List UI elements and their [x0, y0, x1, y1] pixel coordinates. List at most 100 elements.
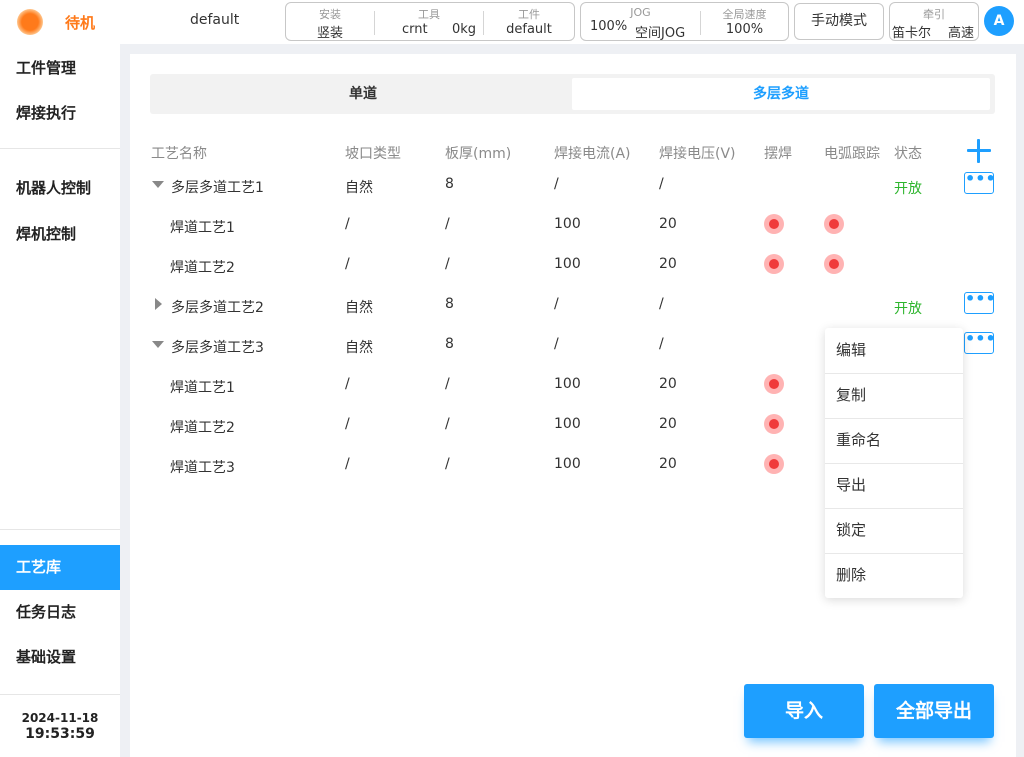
column-header-plate-thickness: 板厚(mm) — [445, 146, 512, 162]
expand-caret-icon[interactable] — [155, 298, 162, 310]
export-all-button[interactable]: 全部导出 — [874, 684, 994, 738]
tool-name: crnt — [402, 22, 428, 37]
import-button[interactable]: 导入 — [744, 684, 864, 738]
user-avatar[interactable]: A — [984, 6, 1014, 36]
welding-voltage: / — [659, 176, 664, 192]
welding-current: / — [554, 176, 559, 192]
divider — [0, 529, 120, 530]
menu-item-delete[interactable]: 删除 — [825, 553, 963, 598]
sidebar-item-process-library[interactable]: 工艺库 — [0, 545, 120, 590]
jog-info: JOG 100% 空间JOG — [581, 3, 700, 41]
groove-type: / — [345, 416, 350, 432]
plate-thickness: 8 — [445, 296, 454, 312]
menu-item-export[interactable]: 导出 — [825, 463, 963, 508]
process-library-panel: 单道 多层多道 工艺名称 坡口类型 板厚(mm) 焊接电流(A) 焊接电压(V)… — [130, 54, 1016, 757]
sidebar-item-robot-control[interactable]: 机器人控制 — [0, 166, 120, 211]
process-name: 焊道工艺1 — [170, 380, 235, 396]
arc-tracking-on-icon — [824, 254, 844, 274]
welding-voltage: / — [659, 296, 664, 312]
sidebar-item-welding-execution[interactable]: 焊接执行 — [0, 91, 120, 136]
column-header-status: 状态 — [894, 146, 922, 162]
welding-current: 100 — [554, 456, 581, 472]
tool-weight: 0kg — [452, 22, 477, 37]
more-options-button[interactable]: ••• — [964, 291, 996, 314]
weaving-on-icon — [764, 454, 784, 474]
process-name: 多层多道工艺1 — [171, 180, 264, 196]
groove-type: 自然 — [345, 340, 373, 356]
menu-item-copy[interactable]: 复制 — [825, 373, 963, 418]
workpiece-value: default — [506, 22, 552, 37]
weaving-on-icon — [764, 374, 784, 394]
menu-item-edit[interactable]: 编辑 — [825, 328, 963, 373]
robot-status: 待机 — [65, 14, 96, 32]
sidebar: 工件管理 焊接执行 机器人控制 焊机控制 工艺库 任务日志 基础设置 2024-… — [0, 44, 120, 757]
status-badge: 开放 — [894, 181, 922, 197]
traction-info: 牵引 笛卡尔 高速 — [890, 3, 978, 41]
welding-voltage: 20 — [659, 376, 677, 392]
sidebar-item-welder-control[interactable]: 焊机控制 — [0, 212, 120, 257]
status-badge: 开放 — [894, 301, 922, 317]
plate-thickness: / — [445, 216, 450, 232]
workpiece-label: 工件 — [518, 8, 540, 21]
add-process-button[interactable] — [965, 137, 993, 165]
install-label: 安装 — [319, 8, 341, 21]
tool-label: 工具 — [418, 8, 440, 21]
plate-thickness: 8 — [445, 176, 454, 192]
jog-mode: 空间JOG — [635, 26, 686, 41]
weaving-on-icon — [764, 414, 784, 434]
top-bar: 待机 default 安装 竖装 工具 crnt 0kg 工件 default … — [0, 0, 1024, 44]
collapse-caret-icon[interactable] — [152, 341, 164, 348]
tool-info: 工具 crnt 0kg — [375, 3, 483, 40]
welding-current: 100 — [554, 376, 581, 392]
weaving-on-icon — [764, 254, 784, 274]
install-value: 竖装 — [316, 26, 343, 41]
traction-speed: 高速 — [948, 26, 975, 41]
plate-thickness: / — [445, 256, 450, 272]
jog-label: JOG — [630, 6, 651, 19]
process-name: 多层多道工艺3 — [171, 340, 264, 356]
tab-single-pass[interactable]: 单道 — [154, 78, 572, 110]
column-header-welding-voltage: 焊接电压(V) — [659, 146, 736, 162]
jog-speed-panel[interactable]: JOG 100% 空间JOG 全局速度 100% — [580, 2, 789, 41]
menu-item-rename[interactable]: 重命名 — [825, 418, 963, 463]
groove-type: 自然 — [345, 180, 373, 196]
welding-current: 100 — [554, 216, 581, 232]
groove-type: / — [345, 456, 350, 472]
welding-voltage: 20 — [659, 456, 677, 472]
tab-multi-layer-multi-pass[interactable]: 多层多道 — [572, 78, 990, 110]
plate-thickness: / — [445, 456, 450, 472]
workpiece-info: 工件 default — [484, 3, 574, 40]
collapse-caret-icon[interactable] — [152, 181, 164, 188]
traction-panel[interactable]: 牵引 笛卡尔 高速 — [889, 2, 979, 41]
column-header-process-name: 工艺名称 — [151, 146, 207, 162]
divider — [0, 694, 120, 695]
welding-voltage: 20 — [659, 256, 677, 272]
column-header-weaving: 摆焊 — [764, 146, 792, 162]
groove-type: / — [345, 376, 350, 392]
weaving-on-icon — [764, 214, 784, 234]
traction-label: 牵引 — [923, 8, 945, 21]
welding-current: 100 — [554, 256, 581, 272]
sidebar-item-basic-settings[interactable]: 基础设置 — [0, 635, 120, 680]
sidebar-item-workpiece-management[interactable]: 工件管理 — [0, 46, 120, 91]
more-options-button[interactable]: ••• — [964, 331, 996, 354]
process-name: 焊道工艺2 — [170, 260, 235, 276]
welding-voltage: / — [659, 336, 664, 352]
more-options-button[interactable]: ••• — [964, 171, 996, 194]
plate-thickness: / — [445, 416, 450, 432]
welding-current: 100 — [554, 416, 581, 432]
manual-mode-button[interactable]: 手动模式 — [794, 3, 884, 40]
install-tool-workpiece-panel[interactable]: 安装 竖装 工具 crnt 0kg 工件 default — [285, 2, 575, 41]
groove-type: / — [345, 216, 350, 232]
program-name[interactable]: default — [190, 12, 239, 28]
current-date: 2024-11-18 — [21, 711, 99, 725]
welding-current: / — [554, 296, 559, 312]
arc-tracking-on-icon — [824, 214, 844, 234]
sidebar-item-task-log[interactable]: 任务日志 — [0, 590, 120, 635]
groove-type: / — [345, 256, 350, 272]
menu-item-lock[interactable]: 锁定 — [825, 508, 963, 553]
row-context-menu: 编辑 复制 重命名 导出 锁定 删除 — [825, 328, 963, 598]
column-header-welding-current: 焊接电流(A) — [554, 146, 631, 162]
welding-voltage: 20 — [659, 416, 677, 432]
column-header-groove-type: 坡口类型 — [345, 146, 401, 162]
